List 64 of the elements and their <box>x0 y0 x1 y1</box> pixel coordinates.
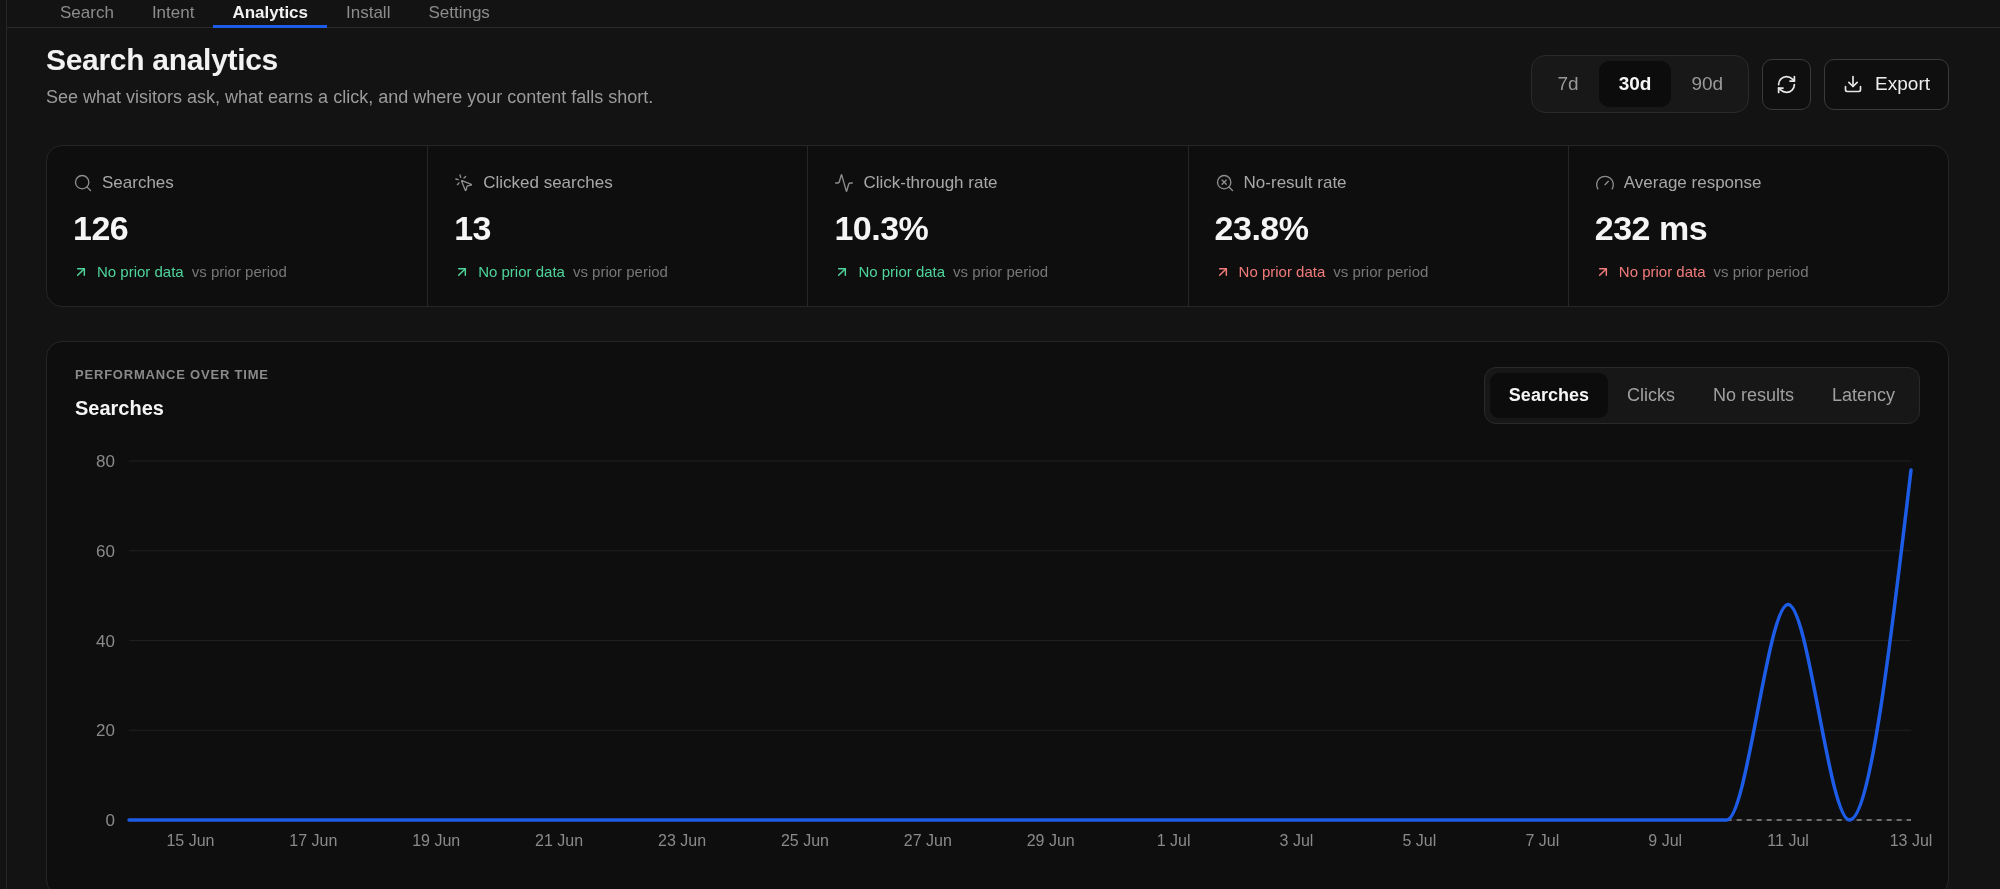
pulse-line-icon <box>834 173 855 193</box>
chart-title: Searches <box>75 396 165 421</box>
nav-tab[interactable]: Analytics <box>213 0 327 28</box>
range-option[interactable]: 7d <box>1537 61 1599 107</box>
range-option[interactable]: 30d <box>1598 61 1672 107</box>
export-button[interactable]: Export <box>1824 58 1949 110</box>
nav-tab[interactable]: Install <box>327 0 410 28</box>
x-axis-label: 17 Jun <box>289 832 338 849</box>
page-subtitle: See what visitors ask, what earns a click, and where your content falls short. <box>46 86 654 109</box>
trend-text: No prior data <box>97 262 184 282</box>
y-axis-label: 40 <box>96 631 115 651</box>
download-icon <box>1843 74 1864 94</box>
x-axis-label: 15 Jun <box>166 832 215 849</box>
metric-tab[interactable]: Latency <box>1812 373 1914 418</box>
nav-tab[interactable]: Search <box>41 0 133 28</box>
y-axis-label: 80 <box>96 452 115 471</box>
search-icon <box>73 173 93 193</box>
stat-label: No-result rate <box>1243 172 1347 194</box>
x-axis-label: 23 Jun <box>658 832 707 849</box>
x-axis-label: 25 Jun <box>780 832 829 849</box>
trend-text: No prior data <box>1238 262 1326 282</box>
trend-text: No prior data <box>858 262 946 282</box>
range-option[interactable]: 90d <box>1671 61 1744 107</box>
x-axis-label: 11 Jul <box>1767 832 1809 849</box>
y-axis-label: 20 <box>96 721 115 741</box>
page-title: Search analytics <box>46 42 279 78</box>
x-axis-label: 29 Jun <box>1026 832 1075 849</box>
x-axis-label: 3 Jul <box>1279 832 1314 849</box>
stat-value: 232 ms <box>1594 208 1709 248</box>
x-axis-label: 9 Jul <box>1648 832 1683 849</box>
trend-text: No prior data <box>478 262 565 282</box>
nav-tab[interactable]: Settings <box>409 0 509 28</box>
stat-value: 126 <box>73 208 130 248</box>
x-axis-label: 5 Jul <box>1402 832 1437 849</box>
y-axis-label: 0 <box>105 811 115 830</box>
refresh-button[interactable] <box>1762 58 1812 110</box>
x-axis-label: 7 Jul <box>1525 832 1560 849</box>
trend-text: No prior data <box>1618 262 1706 282</box>
x-axis-label: 13 Jul <box>1889 832 1933 849</box>
stat-label: Clicked searches <box>483 172 613 194</box>
refresh-icon <box>1776 73 1798 95</box>
x-axis-label: 21 Jun <box>535 832 584 849</box>
x-axis-label: 27 Jun <box>903 832 952 849</box>
metric-tab[interactable]: No results <box>1693 373 1813 418</box>
comparison-text: vs prior period <box>953 262 1049 282</box>
nav-tab[interactable]: Intent <box>132 0 214 28</box>
y-axis-label: 60 <box>96 541 115 561</box>
metric-tab[interactable]: Clicks <box>1607 373 1694 418</box>
section-eyebrow: PERFORMANCE OVER TIME <box>75 367 269 383</box>
cursor-click-icon <box>454 173 475 193</box>
stat-value: 13 <box>454 208 492 248</box>
stat-label: Average response <box>1623 172 1762 194</box>
x-axis-label: 1 Jul <box>1156 832 1191 849</box>
stat-label: Click-through rate <box>863 172 998 194</box>
stat-value: 23.8% <box>1214 208 1310 248</box>
stat-value: 10.3% <box>834 208 930 248</box>
comparison-text: vs prior period <box>1333 262 1429 282</box>
metric-tab[interactable]: Searches <box>1489 373 1608 418</box>
search-x-icon <box>1214 173 1235 193</box>
comparison-text: vs prior period <box>191 262 287 282</box>
comparison-text: vs prior period <box>1713 262 1809 282</box>
comparison-text: vs prior period <box>572 262 668 282</box>
stat-label: Searches <box>102 172 174 194</box>
x-axis-label: 19 Jun <box>412 832 461 849</box>
